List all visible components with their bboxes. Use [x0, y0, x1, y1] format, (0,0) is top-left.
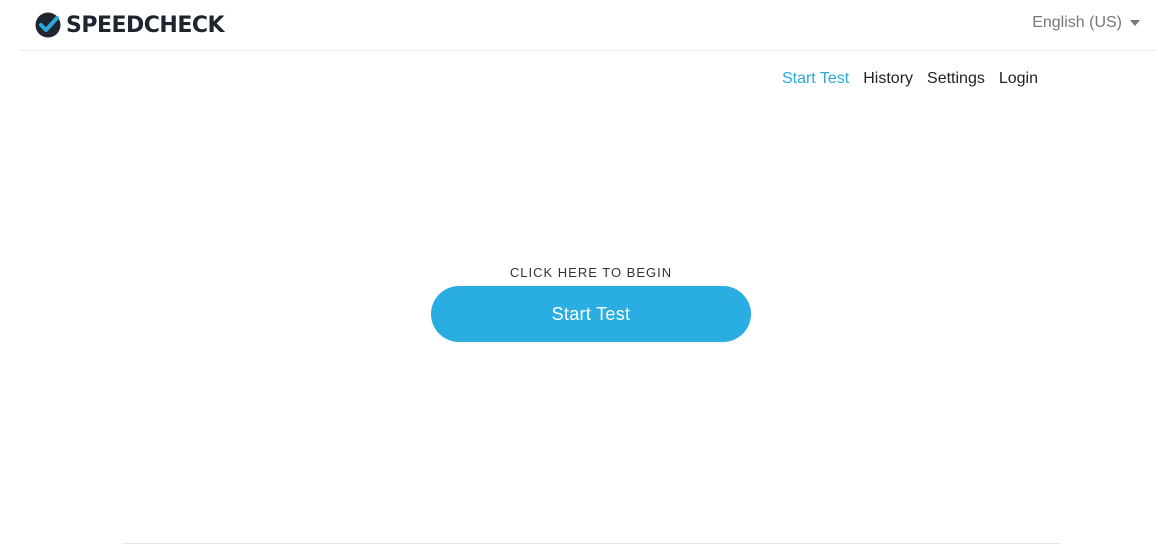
nav-login[interactable]: Login [999, 70, 1038, 88]
logo-text: SPEEDCHECK [66, 12, 225, 38]
begin-label: CLICK HERE TO BEGIN [509, 265, 673, 280]
language-selector[interactable]: English (US) [1032, 14, 1140, 32]
main-nav: Start Test History Settings Login [782, 70, 1038, 88]
bottom-divider [122, 543, 1060, 544]
nav-history[interactable]: History [863, 70, 913, 88]
nav-start-test[interactable]: Start Test [782, 70, 849, 88]
logo-link[interactable]: SPEEDCHECK [34, 10, 225, 40]
nav-settings[interactable]: Settings [927, 70, 985, 88]
speedcheck-logo-icon [35, 12, 61, 38]
page: SPEEDCHECK English (US) Start Test Histo… [0, 0, 1158, 560]
top-bar: SPEEDCHECK English (US) [20, 0, 1156, 51]
caret-down-icon [1130, 20, 1140, 26]
start-test-button[interactable]: Start Test [431, 286, 751, 342]
language-label: English (US) [1032, 14, 1122, 31]
